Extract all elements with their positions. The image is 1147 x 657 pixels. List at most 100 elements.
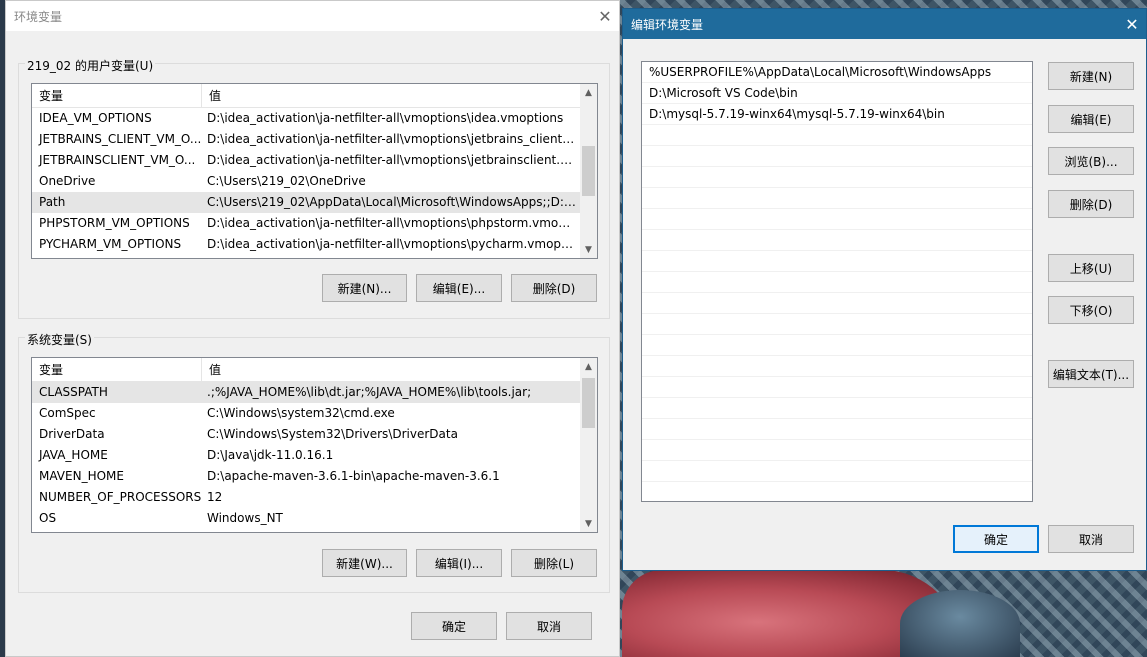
scroll-up-icon[interactable]: ▲: [580, 84, 597, 101]
new-path-button[interactable]: 新建(N): [1048, 62, 1134, 90]
empty-path-slot[interactable]: [642, 419, 1032, 440]
user-delete-button[interactable]: 删除(D): [511, 274, 597, 302]
table-row[interactable]: PYCHARM_VM_OPTIONS D:\idea_activation\ja-…: [32, 234, 597, 255]
system-new-button[interactable]: 新建(W)...: [322, 549, 407, 577]
variable-name-cell: PHPSTORM_VM_OPTIONS: [39, 216, 190, 230]
variable-value-cell: 12: [207, 490, 223, 504]
variable-name-cell: PYCHARM_VM_OPTIONS: [39, 237, 182, 251]
scroll-thumb[interactable]: [582, 146, 595, 196]
list-header: 变量 值: [32, 84, 597, 108]
empty-path-slot[interactable]: [642, 440, 1032, 461]
variable-name-cell: Path: [39, 195, 66, 209]
table-row[interactable]: CLASSPATH .;%JAVA_HOME%\lib\dt.jar;%JAVA_…: [32, 382, 597, 403]
table-row[interactable]: MAVEN_HOME D:\apache-maven-3.6.1-bin\apac…: [32, 466, 597, 487]
edit-path-button[interactable]: 编辑(E): [1048, 105, 1134, 133]
variable-value-cell: .;%JAVA_HOME%\lib\dt.jar;%JAVA_HOME%\lib…: [207, 385, 532, 399]
variable-name-cell: ComSpec: [39, 406, 96, 420]
path-entry[interactable]: D:\mysql-5.7.19-winx64\mysql-5.7.19-winx…: [642, 104, 1032, 125]
empty-path-slot[interactable]: [642, 167, 1032, 188]
path-entry[interactable]: %USERPROFILE%\AppData\Local\Microsoft\Wi…: [642, 62, 1032, 83]
column-header-variable[interactable]: 变量: [32, 84, 202, 107]
move-down-button[interactable]: 下移(O): [1048, 296, 1134, 324]
table-row[interactable]: JETBRAINS_CLIENT_VM_O... D:\idea_activati…: [32, 129, 597, 150]
close-icon[interactable]: ✕: [594, 5, 616, 27]
variable-name-cell: CLASSPATH: [39, 385, 108, 399]
empty-path-slot[interactable]: [642, 314, 1032, 335]
variable-value-cell: D:\idea_activation\ja-netfilter-all\vmop…: [207, 132, 577, 146]
environment-variables-dialog: 环境变量 ✕ 219_02 的用户变量(U) 变量 值 IDEA_VM_OPTI…: [5, 0, 620, 657]
user-variables-list[interactable]: 变量 值 IDEA_VM_OPTIONS D:\idea_activation\j…: [31, 83, 598, 259]
empty-path-slot[interactable]: [642, 146, 1032, 167]
dialog-title: 环境变量: [6, 1, 619, 31]
empty-path-slot[interactable]: [642, 356, 1032, 377]
table-row[interactable]: JETBRAINSCLIENT_VM_O... D:\idea_activatio…: [32, 150, 597, 171]
column-header-variable[interactable]: 变量: [32, 358, 202, 381]
edit-environment-variable-dialog: 编辑环境变量 ✕ %USERPROFILE%\AppData\Local\Mic…: [622, 8, 1147, 571]
column-header-value[interactable]: 值: [202, 358, 221, 381]
scroll-down-icon[interactable]: ▼: [580, 241, 597, 258]
path-entry[interactable]: D:\Microsoft VS Code\bin: [642, 83, 1032, 104]
variable-name-cell: OS: [39, 511, 57, 525]
empty-path-slot[interactable]: [642, 230, 1032, 251]
close-icon[interactable]: ✕: [1121, 13, 1143, 35]
user-variables-label: 219_02 的用户变量(U): [25, 57, 156, 74]
table-row[interactable]: NUMBER_OF_PROCESSORS 12: [32, 487, 597, 508]
variable-name-cell: JAVA_HOME: [39, 448, 108, 462]
variable-name-cell: JETBRAINS_CLIENT_VM_O...: [39, 132, 202, 146]
empty-path-slot[interactable]: [642, 188, 1032, 209]
system-edit-button[interactable]: 编辑(I)...: [416, 549, 502, 577]
ok-button[interactable]: 确定: [953, 525, 1039, 553]
empty-path-slot[interactable]: [642, 209, 1032, 230]
ok-button[interactable]: 确定: [411, 612, 497, 640]
table-row[interactable]: Path C:\Users\219_02\AppData\Local\Micros…: [32, 192, 597, 213]
browse-button[interactable]: 浏览(B)...: [1048, 147, 1134, 175]
empty-path-slot[interactable]: [642, 335, 1032, 356]
scroll-down-icon[interactable]: ▼: [580, 515, 597, 532]
empty-path-slot[interactable]: [642, 272, 1032, 293]
wallpaper-image-detail: [900, 590, 1020, 657]
table-row[interactable]: OneDrive C:\Users\219_02\OneDrive: [32, 171, 597, 192]
table-row[interactable]: ComSpec C:\Windows\system32\cmd.exe: [32, 403, 597, 424]
empty-path-slot[interactable]: [642, 398, 1032, 419]
empty-path-slot[interactable]: [642, 251, 1032, 272]
variable-name-cell: IDEA_VM_OPTIONS: [39, 111, 152, 125]
table-row[interactable]: PHPSTORM_VM_OPTIONS D:\idea_activation\ja…: [32, 213, 597, 234]
move-up-button[interactable]: 上移(U): [1048, 254, 1134, 282]
system-delete-button[interactable]: 删除(L): [511, 549, 597, 577]
user-edit-button[interactable]: 编辑(E)...: [416, 274, 502, 302]
column-header-value[interactable]: 值: [202, 84, 221, 107]
empty-path-slot[interactable]: [642, 293, 1032, 314]
variable-value-cell: C:\Windows\System32\Drivers\DriverData: [207, 427, 458, 441]
table-row[interactable]: IDEA_VM_OPTIONS D:\idea_activation\ja-net…: [32, 108, 597, 129]
scroll-up-icon[interactable]: ▲: [580, 358, 597, 375]
variable-value-cell: D:\Java\jdk-11.0.16.1: [207, 448, 334, 462]
table-row[interactable]: OS Windows_NT: [32, 508, 597, 529]
empty-path-slot[interactable]: [642, 125, 1032, 146]
delete-path-button[interactable]: 删除(D): [1048, 190, 1134, 218]
dialog-title: 编辑环境变量: [623, 9, 1146, 39]
cancel-button[interactable]: 取消: [1048, 525, 1134, 553]
variable-name-cell: OneDrive: [39, 174, 96, 188]
edit-text-button[interactable]: 编辑文本(T)...: [1048, 360, 1134, 388]
vertical-scrollbar[interactable]: ▲ ▼: [580, 84, 597, 258]
cancel-button[interactable]: 取消: [506, 612, 592, 640]
vertical-scrollbar[interactable]: ▲ ▼: [580, 358, 597, 532]
variable-value-cell: D:\idea_activation\ja-netfilter-all\vmop…: [207, 153, 577, 167]
variable-value-cell: D:\apache-maven-3.6.1-bin\apache-maven-3…: [207, 469, 500, 483]
variable-value-cell: D:\idea_activation\ja-netfilter-all\vmop…: [207, 237, 577, 251]
variable-value-cell: D:\idea_activation\ja-netfilter-all\vmop…: [207, 111, 564, 125]
variable-name-cell: NUMBER_OF_PROCESSORS: [39, 490, 202, 504]
variable-value-cell: Windows_NT: [207, 511, 283, 525]
system-variables-list[interactable]: 变量 值 CLASSPATH .;%JAVA_HOME%\lib\dt.jar;%…: [31, 357, 598, 533]
user-new-button[interactable]: 新建(N)...: [322, 274, 407, 302]
variable-name-cell: DriverData: [39, 427, 105, 441]
table-row[interactable]: JAVA_HOME D:\Java\jdk-11.0.16.1: [32, 445, 597, 466]
scroll-thumb[interactable]: [582, 378, 595, 428]
empty-path-slot[interactable]: [642, 461, 1032, 482]
variable-name-cell: JETBRAINSCLIENT_VM_O...: [39, 153, 196, 167]
table-row[interactable]: DriverData C:\Windows\System32\Drivers\Dr…: [32, 424, 597, 445]
system-variables-label: 系统变量(S): [25, 331, 94, 348]
empty-path-slot[interactable]: [642, 377, 1032, 398]
path-entries-list[interactable]: %USERPROFILE%\AppData\Local\Microsoft\Wi…: [641, 61, 1033, 502]
variable-value-cell: C:\Windows\system32\cmd.exe: [207, 406, 395, 420]
